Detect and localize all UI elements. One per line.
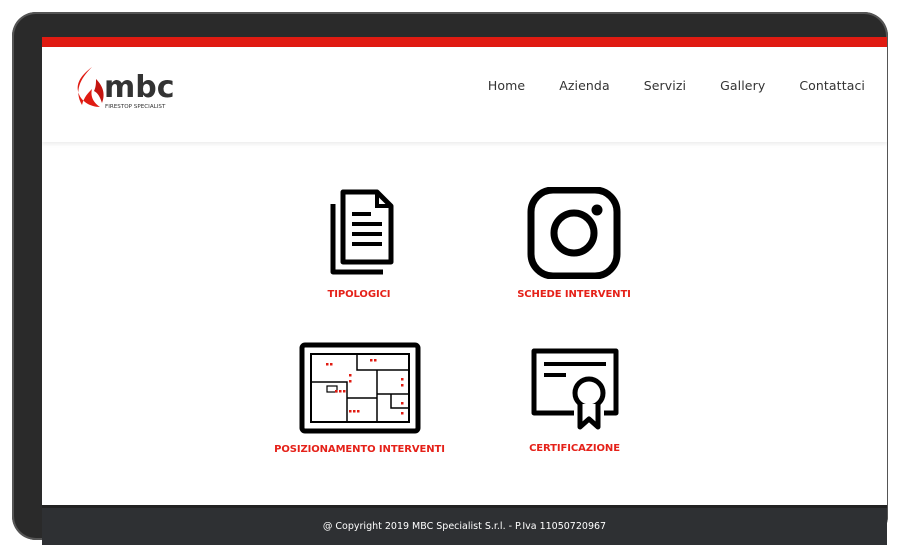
nav-home[interactable]: Home (488, 78, 525, 93)
documents-icon (330, 189, 394, 275)
site-footer: @ Copyright 2019 MBC Specialist S.r.l. -… (42, 505, 887, 545)
floorplan-icon (299, 342, 420, 434)
brand-tagline: FIRESTOP SPECIALIST (105, 104, 166, 110)
tile-certificazione[interactable]: CERTIFICAZIONE (512, 347, 637, 454)
main-nav: Home Azienda Servizi Gallery Contattaci (454, 78, 865, 93)
tile-tipologici-label: TIPOLOGICI (327, 289, 391, 300)
tile-posizionamento-interventi[interactable]: POSIZIONAMENTO INTERVENTI (272, 342, 447, 455)
tile-schede-interventi[interactable]: SCHEDE INTERVENTI (504, 186, 644, 300)
top-accent-bar (42, 37, 887, 47)
tile-certificazione-label: CERTIFICAZIONE (529, 443, 620, 454)
brand-logo[interactable]: mbc FIRESTOP SPECIALIST (72, 61, 207, 111)
footer-copyright: @ Copyright 2019 MBC Specialist S.r.l. -… (322, 521, 607, 532)
tile-posizionamento-interventi-label: POSIZIONAMENTO INTERVENTI (274, 444, 445, 455)
flame-icon (77, 67, 104, 107)
brand-name: mbc (104, 70, 175, 105)
nav-gallery[interactable]: Gallery (720, 78, 765, 93)
device-frame: mbc FIRESTOP SPECIALIST Home Azienda Ser… (12, 12, 888, 545)
tile-tipologici[interactable]: TIPOLOGICI (294, 184, 424, 300)
instagram-icon (527, 186, 621, 280)
tile-schede-interventi-label: SCHEDE INTERVENTI (517, 289, 631, 300)
certificate-icon (531, 348, 618, 430)
site-header: mbc FIRESTOP SPECIALIST Home Azienda Ser… (42, 47, 887, 142)
nav-contattaci[interactable]: Contattaci (799, 78, 865, 93)
nav-azienda[interactable]: Azienda (559, 78, 610, 93)
browser-viewport: mbc FIRESTOP SPECIALIST Home Azienda Ser… (42, 37, 887, 545)
nav-servizi[interactable]: Servizi (644, 78, 686, 93)
